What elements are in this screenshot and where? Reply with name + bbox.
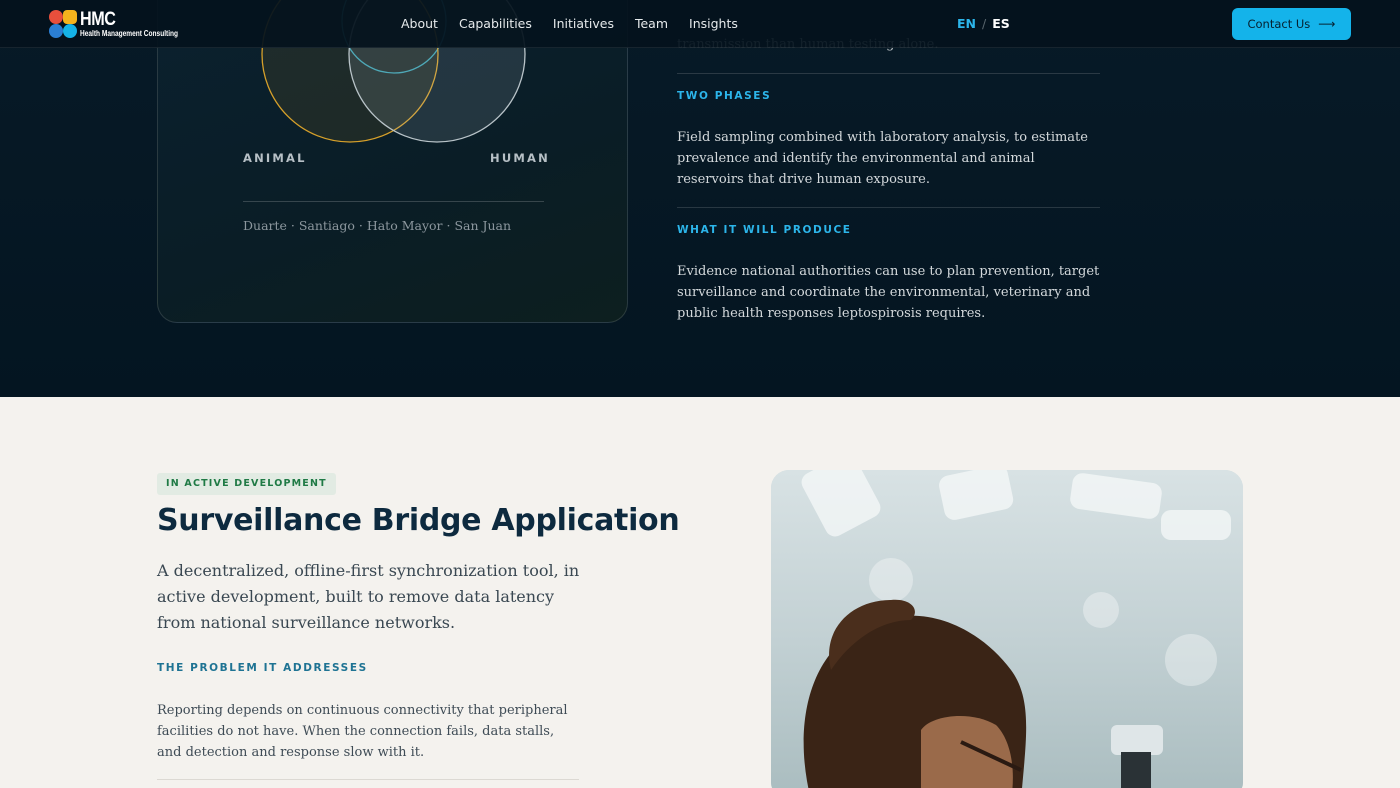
problem-text: Reporting depends on continuous connecti… — [157, 703, 568, 760]
section-title: Surveillance Bridge Application — [157, 503, 680, 538]
status-badge: IN ACTIVE DEVELOPMENT — [157, 473, 336, 495]
province-list: Duarte · Santiago · Hato Mayor · San Jua… — [243, 218, 512, 233]
nav-link-team[interactable]: Team — [635, 16, 668, 31]
venn-diagram-card: ANIMAL HUMAN Duarte · Santiago · Hato Ma… — [157, 0, 628, 323]
venn-label-human: HUMAN — [490, 151, 550, 165]
nav-link-initiatives[interactable]: Initiatives — [553, 16, 614, 31]
logo-text: HMC — [80, 9, 116, 30]
lang-es-link[interactable]: ES — [992, 16, 1010, 31]
divider — [677, 207, 1100, 208]
divider — [157, 779, 579, 780]
lead-paragraph: A decentralized, offline-first synchroni… — [157, 561, 580, 632]
logo-mark-icon — [49, 10, 77, 38]
divider — [243, 201, 544, 202]
arrow-right-icon: ⟶ — [1318, 17, 1336, 31]
info-heading-two-phases: TWO PHASES — [677, 90, 772, 102]
lab-researcher-photo — [771, 470, 1243, 788]
info-heading-output: WHAT IT WILL PRODUCE — [677, 224, 852, 236]
divider — [677, 73, 1100, 74]
nav-link-capabilities[interactable]: Capabilities — [459, 16, 532, 31]
lang-en-link[interactable]: EN — [957, 16, 976, 31]
venn-label-animal: ANIMAL — [243, 151, 307, 165]
lab-photo-illustration — [771, 470, 1243, 788]
logo-subtext: Health Management Consulting — [80, 29, 179, 38]
leptospirosis-section: ANIMAL HUMAN Duarte · Santiago · Hato Ma… — [0, 0, 1400, 397]
top-navbar: HMC Health Management Consulting About C… — [0, 0, 1400, 48]
venn-diagram — [261, 0, 526, 143]
info-text-output: Evidence national authorities can use to… — [677, 264, 1100, 321]
lang-separator: / — [982, 16, 987, 31]
main-nav: About Capabilities Initiatives Team Insi… — [401, 16, 738, 31]
language-switcher: EN / ES — [957, 16, 1010, 31]
problem-heading: THE PROBLEM IT ADDRESSES — [157, 662, 368, 674]
contact-us-button[interactable]: Contact Us ⟶ — [1232, 8, 1351, 40]
info-text-two-phases: Field sampling combined with laboratory … — [677, 130, 1088, 187]
nav-link-about[interactable]: About — [401, 16, 438, 31]
nav-link-insights[interactable]: Insights — [689, 16, 738, 31]
hmc-logo[interactable]: HMC Health Management Consulting — [48, 9, 188, 41]
contact-us-label: Contact Us — [1247, 17, 1311, 31]
